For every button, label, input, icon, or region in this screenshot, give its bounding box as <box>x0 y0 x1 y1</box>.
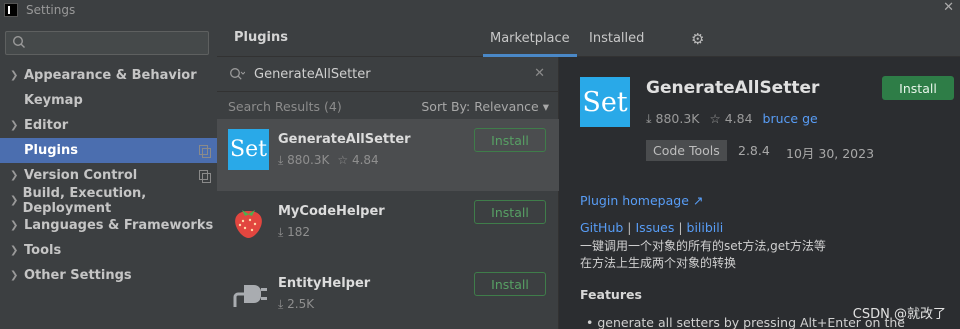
category-tag[interactable]: Code Tools <box>646 140 727 161</box>
star-icon: ☆ <box>337 153 349 167</box>
plugin-logo: Set <box>580 77 630 127</box>
plugin-downloads: 182 <box>287 225 311 239</box>
chevron-right-icon: ❯ <box>10 220 19 231</box>
search-query: GenerateAllSetter <box>254 67 371 82</box>
plugin-homepage-link[interactable]: Plugin homepage ↗ <box>580 193 703 208</box>
plugin-rating: 4.84 <box>351 153 379 167</box>
sidebar-item-label: Version Control <box>24 168 138 183</box>
sidebar-item-appearance-behavior[interactable]: ❯ Appearance & Behavior <box>0 63 217 88</box>
download-icon: ⤓ <box>278 225 284 239</box>
plugin-meta: ⤓ 2.5K <box>278 297 314 312</box>
plugin-list-item[interactable]: MyCodeHelper ⤓ 182 Install <box>217 191 559 263</box>
project-settings-icon <box>199 145 211 158</box>
tab-marketplace[interactable]: Marketplace <box>490 31 570 46</box>
clear-search-icon[interactable]: ✕ <box>534 66 545 81</box>
sidebar-item-label: Keymap <box>24 93 83 108</box>
sidebar-item-other-settings[interactable]: ❯ Other Settings <box>0 263 217 288</box>
search-icon <box>230 68 245 80</box>
detail-plugin-name: GenerateAllSetter <box>646 78 820 98</box>
chevron-right-icon: ❯ <box>10 120 19 131</box>
release-date: 10月 30, 2023 <box>786 146 875 161</box>
features-heading: Features <box>580 287 642 302</box>
plugin-search-field[interactable]: GenerateAllSetter ✕ <box>217 57 559 92</box>
sidebar-item-editor[interactable]: ❯ Editor <box>0 113 217 138</box>
chevron-right-icon: ❯ <box>10 195 19 206</box>
tab-installed[interactable]: Installed <box>589 31 644 46</box>
page-title: Plugins <box>234 30 288 45</box>
sidebar-item-label: Languages & Frameworks <box>24 218 214 233</box>
window-title: Settings <box>26 3 76 17</box>
sidebar-item-label: Build, Execution, Deployment <box>22 185 147 216</box>
github-link[interactable]: GitHub <box>580 220 623 235</box>
sidebar-item-label: Appearance & Behavior <box>24 68 197 83</box>
results-bar: Search Results (4) Sort By: Relevance ▾ <box>217 93 559 119</box>
plugins-header: Plugins Marketplace Installed ⚙ <box>217 20 960 57</box>
sidebar-item-keymap[interactable]: Keymap <box>0 88 217 113</box>
vendor-link[interactable]: bruce ge <box>763 111 818 127</box>
install-button[interactable]: Install <box>474 128 546 152</box>
chevron-right-icon: ❯ <box>10 170 19 181</box>
plugin-list-item[interactable]: Set GenerateAllSetter ⤓ 880.3K ☆ 4.84 In… <box>217 119 559 191</box>
chevron-right-icon: ❯ <box>10 70 19 81</box>
watermark: CSDN @就改了 <box>852 307 946 322</box>
sort-dropdown[interactable]: Sort By: Relevance ▾ <box>421 99 549 114</box>
download-icon: ⤓ <box>646 111 652 126</box>
sidebar-item-build-execution-deployment[interactable]: ❯ Build, Execution, Deployment <box>0 185 217 216</box>
sort-label: Sort By: Relevance <box>421 99 539 114</box>
chevron-down-icon: ▾ <box>542 99 549 114</box>
detail-downloads: 880.3K <box>655 111 700 126</box>
bilibili-link[interactable]: bilibili <box>687 220 724 235</box>
sidebar-item-version-control[interactable]: ❯ Version Control <box>0 163 217 188</box>
description-line: 在方法上生成两个对象的转换 <box>580 256 737 270</box>
install-button[interactable]: Install <box>474 272 546 296</box>
plugin-meta: ⤓ 880.3K ☆ 4.84 <box>278 153 379 168</box>
plugin-logo: Set <box>228 129 269 170</box>
description-line: 一键调用一个对象的所有的set方法,get方法等 <box>580 239 826 253</box>
install-button-primary[interactable]: Install <box>882 76 954 100</box>
detail-rating: 4.84 <box>724 111 753 126</box>
star-icon: ☆ <box>709 111 721 126</box>
plugin-detail-panel: Set GenerateAllSetter ⤓ 880.3K ☆ 4.84 br… <box>560 57 960 329</box>
sidebar-item-label: Other Settings <box>24 268 132 283</box>
intellij-logo-icon <box>4 3 18 17</box>
gear-icon[interactable]: ⚙ <box>691 30 704 48</box>
sidebar-item-plugins[interactable]: Plugins <box>0 138 217 163</box>
sidebar-item-label: Editor <box>24 118 69 133</box>
strawberry-icon <box>235 210 262 238</box>
external-links: GitHub | Issues | bilibili <box>580 220 724 235</box>
settings-sidebar: ❯ Appearance & Behavior Keymap ❯ Editor Plugi… <box>0 20 217 329</box>
plugin-version: 2.8.4 <box>738 143 770 158</box>
install-button[interactable]: Install <box>474 200 546 224</box>
issues-link[interactable]: Issues <box>636 220 675 235</box>
plugin-list-panel: GenerateAllSetter ✕ Search Results (4) S… <box>217 57 559 329</box>
results-count: Search Results (4) <box>228 99 342 114</box>
search-icon <box>12 35 25 48</box>
plugin-name: GenerateAllSetter <box>278 132 411 147</box>
settings-search-input[interactable] <box>5 31 209 55</box>
download-icon: ⤓ <box>278 153 284 167</box>
close-icon[interactable]: ✕ <box>943 0 954 15</box>
plugin-list-item[interactable]: EntityHelper ⤓ 2.5K Install <box>217 263 559 329</box>
sidebar-item-label: Tools <box>24 243 62 258</box>
plugin-name: MyCodeHelper <box>278 204 385 219</box>
project-settings-icon <box>199 170 211 183</box>
detail-meta: ⤓ 880.3K ☆ 4.84 bruce ge <box>646 111 818 127</box>
sidebar-item-tools[interactable]: ❯ Tools <box>0 238 217 263</box>
download-icon: ⤓ <box>278 297 284 311</box>
plugin-meta: ⤓ 182 <box>278 225 310 240</box>
plugin-downloads: 2.5K <box>287 297 315 311</box>
plug-icon <box>233 285 267 307</box>
sidebar-item-languages-frameworks[interactable]: ❯ Languages & Frameworks <box>0 213 217 238</box>
plugin-name: EntityHelper <box>278 276 371 291</box>
title-bar: Settings ✕ <box>0 0 960 20</box>
plugin-downloads: 880.3K <box>287 153 330 167</box>
sidebar-item-label: Plugins <box>24 143 78 158</box>
chevron-right-icon: ❯ <box>10 245 19 256</box>
chevron-right-icon: ❯ <box>10 270 19 281</box>
